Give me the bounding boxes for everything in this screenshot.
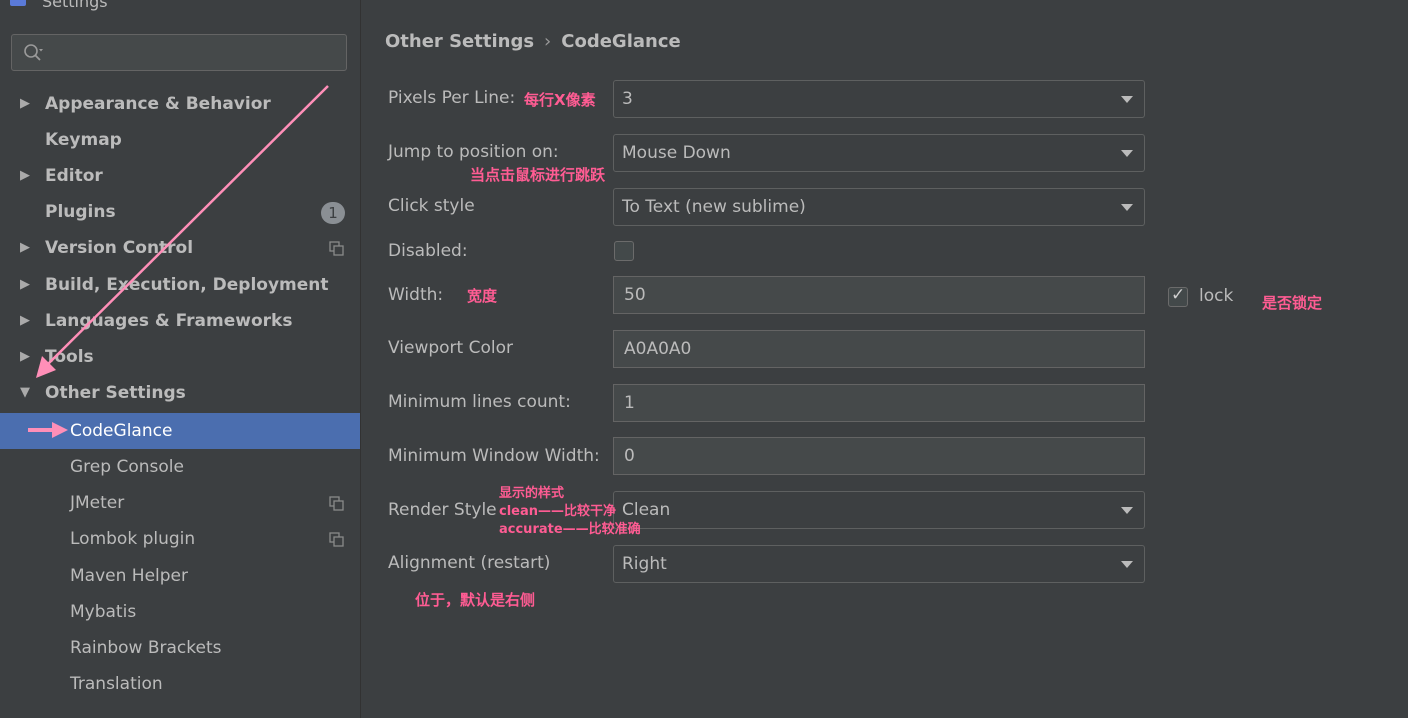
sidebar-item-maven-helper[interactable]: Maven Helper bbox=[0, 558, 360, 594]
sidebar-item-grep-console[interactable]: Grep Console bbox=[0, 449, 360, 485]
chevron-down-icon bbox=[1121, 507, 1133, 514]
search-input[interactable] bbox=[11, 34, 347, 71]
sidebar-item-lombok[interactable]: Lombok plugin bbox=[0, 521, 360, 557]
sidebar-item-other-settings[interactable]: ▼ Other Settings bbox=[0, 375, 360, 411]
sidebar-item-appearance[interactable]: ▶ Appearance & Behavior bbox=[0, 86, 360, 122]
pixels-per-line-label: Pixels Per Line: bbox=[388, 88, 516, 108]
jump-to-position-label: Jump to position on: bbox=[388, 142, 559, 162]
chevron-down-icon bbox=[1121, 561, 1133, 568]
sidebar-item-tools[interactable]: ▶ Tools bbox=[0, 339, 360, 375]
window-title: Settings bbox=[42, 0, 108, 11]
pixels-per-line-select[interactable]: 3 bbox=[613, 80, 1145, 118]
click-style-select[interactable]: To Text (new sublime) bbox=[613, 188, 1145, 226]
lock-label: lock bbox=[1199, 286, 1234, 306]
alignment-label: Alignment (restart) bbox=[388, 553, 551, 573]
click-style-label: Click style bbox=[388, 196, 475, 216]
sidebar-item-translation[interactable]: Translation bbox=[0, 666, 360, 702]
min-window-width-input[interactable]: 0 bbox=[613, 437, 1145, 475]
sidebar-item-editor[interactable]: ▶ Editor bbox=[0, 158, 360, 194]
click-style-value: To Text (new sublime) bbox=[622, 197, 806, 217]
sidebar-item-codeglance[interactable]: CodeGlance bbox=[0, 413, 360, 449]
render-style-select[interactable]: Clean bbox=[613, 491, 1145, 529]
project-settings-icon bbox=[329, 532, 344, 547]
settings-main-panel: Other Settings › CodeGlance Pixels Per Lin… bbox=[360, 0, 1408, 718]
sidebar-item-mybatis[interactable]: Mybatis bbox=[0, 594, 360, 630]
sidebar-item-languages[interactable]: ▶ Languages & Frameworks bbox=[0, 303, 360, 339]
chevron-down-icon bbox=[1121, 204, 1133, 211]
expand-arrow-icon[interactable]: ▶ bbox=[20, 303, 30, 339]
sidebar-item-rainbow-brackets[interactable]: Rainbow Brackets bbox=[0, 630, 360, 666]
jump-to-position-value: Mouse Down bbox=[622, 143, 731, 163]
app-icon bbox=[10, 0, 26, 6]
annotation-width: 宽度 bbox=[467, 287, 498, 305]
collapse-arrow-icon[interactable]: ▼ bbox=[20, 375, 30, 411]
min-lines-label: Minimum lines count: bbox=[388, 392, 571, 412]
annotation-alignment: 位于，默认是右侧 bbox=[415, 591, 536, 609]
project-settings-icon bbox=[329, 241, 344, 256]
annotation-pixels-per-line: 每行X像素 bbox=[524, 91, 596, 109]
settings-sidebar: Settings ▶ Appearance & Behavior Keymap … bbox=[0, 0, 360, 718]
breadcrumb-separator: › bbox=[544, 31, 552, 52]
sidebar-item-build[interactable]: ▶ Build, Execution, Deployment bbox=[0, 267, 360, 303]
width-label: Width: bbox=[388, 285, 444, 305]
annotation-render-3: accurate——比较准确 bbox=[499, 522, 641, 537]
disabled-label: Disabled: bbox=[388, 241, 468, 261]
chevron-down-icon bbox=[1121, 96, 1133, 103]
breadcrumb-current: CodeGlance bbox=[561, 31, 681, 52]
project-settings-icon bbox=[329, 496, 344, 511]
alignment-value: Right bbox=[622, 554, 667, 574]
sidebar-item-version-control[interactable]: ▶ Version Control bbox=[0, 230, 360, 266]
alignment-select[interactable]: Right bbox=[613, 545, 1145, 583]
expand-arrow-icon[interactable]: ▶ bbox=[20, 158, 30, 194]
chevron-down-icon bbox=[1121, 150, 1133, 157]
min-window-width-label: Minimum Window Width: bbox=[388, 446, 600, 466]
expand-arrow-icon[interactable]: ▶ bbox=[20, 267, 30, 303]
disabled-checkbox[interactable] bbox=[614, 241, 634, 261]
sidebar-item-plugins[interactable]: Plugins 1 bbox=[0, 194, 360, 230]
expand-arrow-icon[interactable]: ▶ bbox=[20, 339, 30, 375]
pixels-per-line-value: 3 bbox=[622, 89, 633, 109]
expand-arrow-icon[interactable]: ▶ bbox=[20, 230, 30, 266]
render-style-value: Clean bbox=[622, 500, 671, 520]
annotation-render-1: 显示的样式 bbox=[499, 486, 565, 501]
lock-checkbox[interactable] bbox=[1168, 285, 1188, 307]
breadcrumb: Other Settings › CodeGlance bbox=[385, 31, 681, 52]
viewport-color-input[interactable]: A0A0A0 bbox=[613, 330, 1145, 368]
annotation-render-2: clean——比较干净 bbox=[499, 504, 617, 519]
jump-to-position-select[interactable]: Mouse Down bbox=[613, 134, 1145, 172]
search-icon bbox=[24, 44, 43, 61]
sidebar-item-keymap[interactable]: Keymap bbox=[0, 122, 360, 158]
render-style-label: Render Style bbox=[388, 500, 497, 520]
min-lines-input[interactable]: 1 bbox=[613, 384, 1145, 422]
plugins-update-badge: 1 bbox=[321, 202, 345, 224]
viewport-color-label: Viewport Color bbox=[388, 338, 513, 358]
breadcrumb-parent[interactable]: Other Settings bbox=[385, 31, 534, 52]
annotation-jump: 当点击鼠标进行跳跃 bbox=[470, 166, 606, 184]
annotation-lock: 是否锁定 bbox=[1262, 294, 1323, 312]
sidebar-item-jmeter[interactable]: JMeter bbox=[0, 485, 360, 521]
expand-arrow-icon[interactable]: ▶ bbox=[20, 86, 30, 122]
width-input[interactable]: 50 bbox=[613, 276, 1145, 314]
